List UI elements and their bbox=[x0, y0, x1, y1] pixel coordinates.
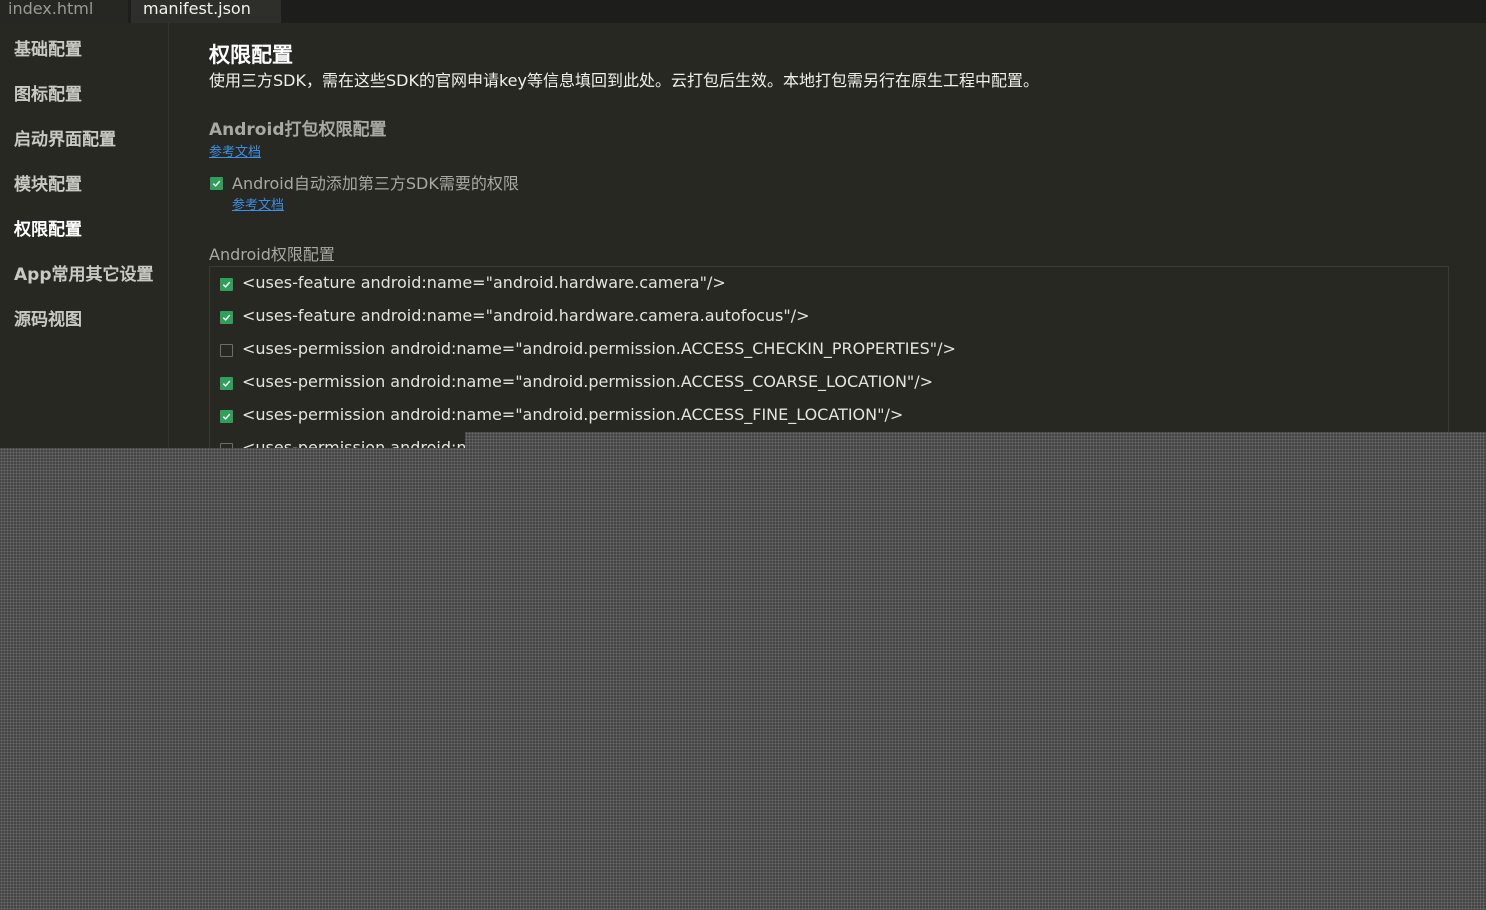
android-section-title: Android打包权限配置 bbox=[209, 120, 387, 140]
tab-bar: index.html manifest.json bbox=[0, 0, 1486, 23]
permission-row[interactable]: <uses-permission android:name="android.p… bbox=[210, 333, 1448, 366]
sidebar-item-icons[interactable]: 图标配置 bbox=[14, 84, 82, 106]
check-icon bbox=[222, 314, 231, 321]
permission-row[interactable]: <uses-feature android:name="android.hard… bbox=[210, 300, 1448, 333]
permission-checkbox[interactable] bbox=[220, 311, 233, 324]
permissions-label: Android权限配置 bbox=[209, 245, 335, 264]
sidebar-item-modules[interactable]: 模块配置 bbox=[14, 174, 82, 196]
editor-window: index.html manifest.json 基础配置 图标配置 启动界面配… bbox=[0, 0, 1486, 910]
permission-text: <uses-permission android:name="android.p… bbox=[242, 405, 904, 424]
permission-checkbox[interactable] bbox=[220, 344, 233, 357]
sidebar: 基础配置 图标配置 启动界面配置 模块配置 权限配置 App常用其它设置 源码视… bbox=[0, 23, 169, 448]
permission-text: <uses-permission android:name="android.p… bbox=[242, 372, 934, 391]
check-icon bbox=[222, 281, 231, 288]
sidebar-item-permissions[interactable]: 权限配置 bbox=[14, 219, 82, 241]
page-title: 权限配置 bbox=[209, 43, 293, 67]
sidebar-item-app-other[interactable]: App常用其它设置 bbox=[14, 264, 154, 286]
tab-manifest-json[interactable]: manifest.json bbox=[131, 0, 281, 23]
auto-add-checkbox[interactable] bbox=[210, 177, 223, 190]
permission-row[interactable]: <uses-permission android:name="android.p… bbox=[210, 399, 1448, 432]
permission-row[interactable]: <uses-permission android:name="android.p… bbox=[210, 366, 1448, 399]
check-icon bbox=[222, 413, 231, 420]
auto-add-label: Android自动添加第三方SDK需要的权限 bbox=[232, 174, 519, 193]
tab-index-html[interactable]: index.html bbox=[0, 0, 128, 23]
permission-text: <uses-permission android:name="android.p… bbox=[242, 339, 956, 358]
permission-text: <uses-feature android:name="android.hard… bbox=[242, 273, 726, 292]
auto-add-doc-link[interactable]: 参考文档 bbox=[232, 198, 284, 214]
sidebar-item-source[interactable]: 源码视图 bbox=[14, 309, 82, 331]
content-panel: 权限配置 使用三方SDK，需在这些SDK的官网申请key等信息填回到此处。云打包… bbox=[169, 23, 1486, 448]
sidebar-item-basic[interactable]: 基础配置 bbox=[14, 39, 82, 61]
empty-area bbox=[465, 432, 1486, 448]
sidebar-item-splash[interactable]: 启动界面配置 bbox=[14, 129, 116, 151]
manifest-editor: 基础配置 图标配置 启动界面配置 模块配置 权限配置 App常用其它设置 源码视… bbox=[0, 23, 1486, 448]
check-icon bbox=[222, 380, 231, 387]
permission-text: <uses-feature android:name="android.hard… bbox=[242, 306, 810, 325]
permission-checkbox[interactable] bbox=[220, 377, 233, 390]
permissions-list[interactable]: <uses-feature android:name="android.hard… bbox=[209, 266, 1449, 448]
check-icon bbox=[212, 180, 221, 187]
permission-checkbox[interactable] bbox=[220, 410, 233, 423]
android-doc-link[interactable]: 参考文档 bbox=[209, 145, 261, 161]
empty-area bbox=[0, 448, 1486, 910]
permission-row[interactable]: <uses-feature android:name="android.hard… bbox=[210, 267, 1448, 300]
page-description: 使用三方SDK，需在这些SDK的官网申请key等信息填回到此处。云打包后生效。本… bbox=[209, 71, 1039, 90]
permission-checkbox[interactable] bbox=[220, 278, 233, 291]
